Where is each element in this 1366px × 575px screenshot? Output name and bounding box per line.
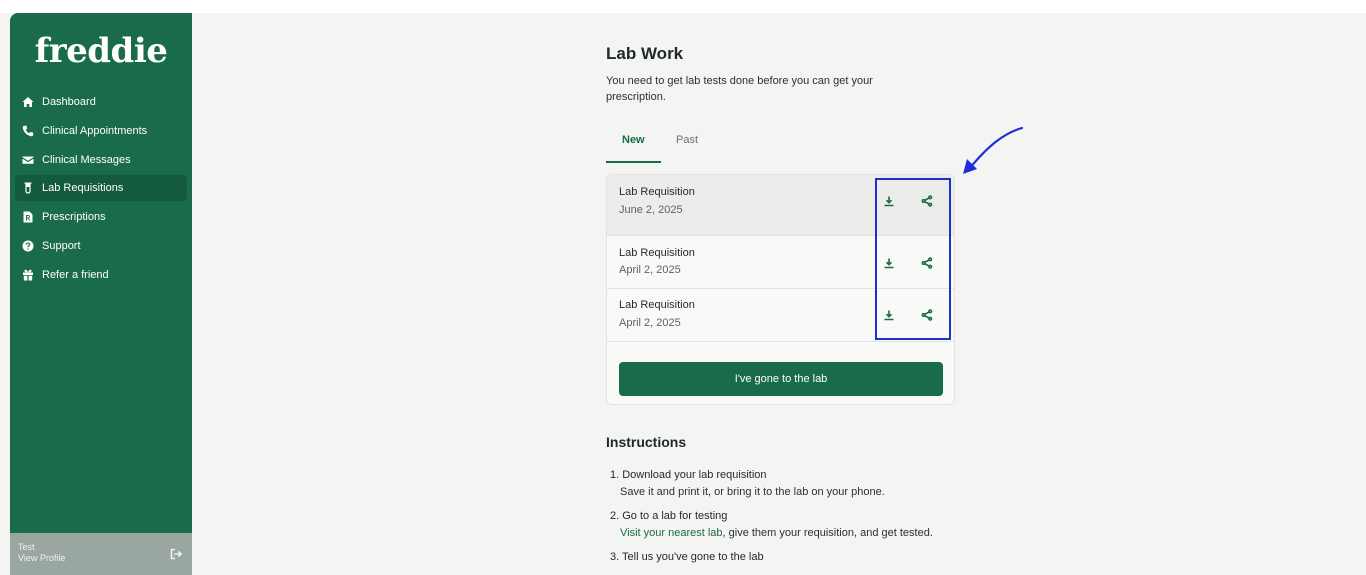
tab-new[interactable]: New [622,134,645,146]
sidebar-item-dashboard[interactable]: Dashboard [15,89,187,115]
sidebar-item-label: Clinical Messages [42,153,131,166]
annotation-highlight-box [875,178,951,340]
gift-icon [21,268,35,282]
question-icon [21,239,35,253]
sidebar-nav: Dashboard Clinical Appointments Clinical… [10,89,192,291]
logout-icon[interactable] [170,548,183,560]
profile-name: Test [18,542,35,552]
sidebar-item-clinical-appointments[interactable]: Clinical Appointments [15,118,187,144]
step-body: Visit your nearest lab, give them your r… [610,525,940,542]
sidebar-item-clinical-messages[interactable]: Clinical Messages [15,147,187,173]
phone-icon [21,124,35,138]
gone-to-lab-button[interactable]: I've gone to the lab [619,362,943,396]
sidebar-item-label: Lab Requisitions [42,182,124,195]
step-title: 1. Download your lab requisition [610,469,767,481]
profile-section[interactable]: Test View Profile [10,533,192,575]
sidebar-item-label: Prescriptions [42,211,106,224]
step-title: 3. Tell us you've gone to the lab [610,551,764,563]
top-strip [0,0,1366,13]
instructions-list: 1. Download your lab requisition Save it… [610,467,940,573]
nearest-lab-link[interactable]: Visit your nearest lab [620,527,723,539]
requisition-name: Lab Requisition [619,299,695,311]
requisition-date: April 2, 2025 [619,264,681,276]
tab-past[interactable]: Past [676,134,698,146]
instructions-title: Instructions [606,434,687,450]
requisition-date: June 2, 2025 [619,204,683,216]
requisition-name: Lab Requisition [619,247,695,259]
active-tab-indicator [606,161,661,163]
requisition-name: Lab Requisition [619,186,695,198]
sidebar-item-lab-requisitions[interactable]: Lab Requisitions [15,175,187,202]
requisition-date: April 2, 2025 [619,317,681,329]
envelope-icon [21,153,35,167]
sidebar-item-label: Refer a friend [42,268,109,281]
instruction-step: 3. Tell us you've gone to the lab [610,549,940,566]
prescription-icon [21,210,35,224]
step-title: 2. Go to a lab for testing [610,510,728,522]
instruction-step: 2. Go to a lab for testing Visit your ne… [610,508,940,542]
freddie-logo[interactable]: freddie [10,31,192,71]
page-subtitle: You need to get lab tests done before yo… [606,75,873,103]
sidebar: freddie Dashboard Clinical Appointments … [10,13,192,575]
step-body: Save it and print it, or bring it to the… [620,486,885,498]
annotation-arrow-icon [963,126,1024,174]
sidebar-item-label: Support [42,239,81,252]
instruction-step: 1. Download your lab requisition Save it… [610,467,940,501]
sidebar-item-prescriptions[interactable]: Prescriptions [15,204,187,230]
sidebar-item-label: Dashboard [42,96,96,108]
sidebar-item-refer-a-friend[interactable]: Refer a friend [15,262,187,288]
step-body-text: , give them your requisition, and get te… [722,527,933,539]
tabs: New Past [606,126,956,164]
page-title: Lab Work [606,44,684,63]
home-icon [21,95,35,109]
test-tube-icon [21,181,35,195]
view-profile-link[interactable]: View Profile [18,553,192,564]
sidebar-item-label: Clinical Appointments [42,124,148,137]
sidebar-item-support[interactable]: Support [15,233,187,259]
